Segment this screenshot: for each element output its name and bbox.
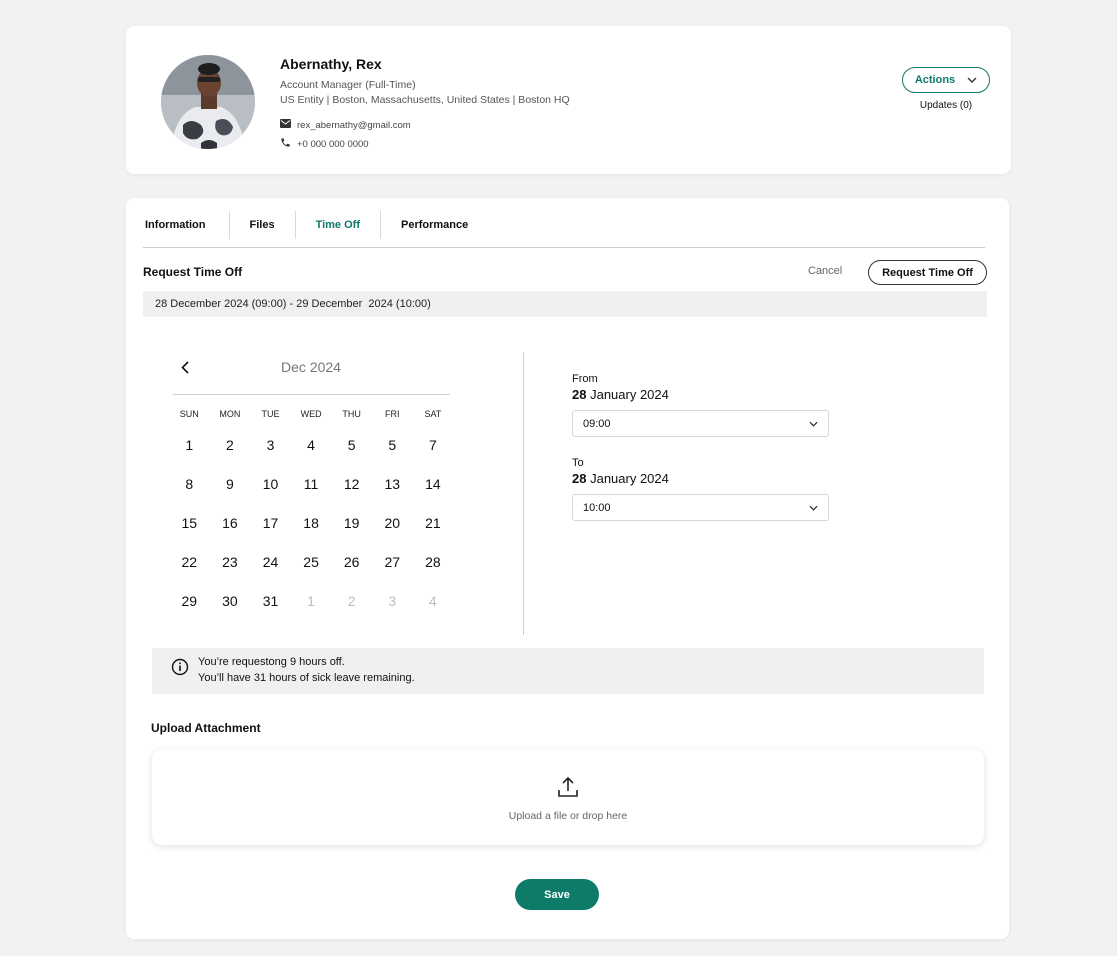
calendar-day[interactable]: 29 bbox=[169, 581, 210, 620]
profile-card: Abernathy, Rex Account Manager (Full-Tim… bbox=[126, 26, 1011, 174]
info-icon bbox=[171, 658, 189, 676]
calendar-day[interactable]: 27 bbox=[372, 542, 413, 581]
calendar-day[interactable]: 17 bbox=[250, 503, 291, 542]
tab-information[interactable]: Information bbox=[143, 211, 230, 239]
phone-icon bbox=[280, 137, 291, 151]
save-button[interactable]: Save bbox=[515, 879, 599, 910]
calendar-day[interactable]: 12 bbox=[331, 464, 372, 503]
calendar-day[interactable]: 16 bbox=[210, 503, 251, 542]
profile-phone: +0 000 000 0000 bbox=[297, 138, 369, 150]
calendar-day[interactable]: 4 bbox=[291, 425, 332, 464]
calendar-month-label: Dec 2024 bbox=[281, 359, 341, 375]
profile-email[interactable]: rex_abernathy@gmail.com bbox=[297, 120, 411, 131]
calendar-day[interactable]: 1 bbox=[169, 425, 210, 464]
calendar-day[interactable]: 18 bbox=[291, 503, 332, 542]
to-label: To bbox=[572, 457, 584, 469]
calendar-day[interactable]: 3 bbox=[250, 425, 291, 464]
from-time-value: 09:00 bbox=[583, 417, 611, 430]
tab-bar: Information Files Time Off Performance bbox=[143, 211, 985, 248]
calendar-day-outside[interactable]: 2 bbox=[331, 581, 372, 620]
tab-performance[interactable]: Performance bbox=[381, 211, 488, 239]
cancel-button[interactable]: Cancel bbox=[808, 265, 842, 277]
calendar-day[interactable]: 13 bbox=[372, 464, 413, 503]
calendar-day[interactable]: 2 bbox=[210, 425, 251, 464]
calendar-day[interactable]: 23 bbox=[210, 542, 251, 581]
profile-email-row: rex_abernathy@gmail.com bbox=[280, 119, 411, 131]
actions-label: Actions bbox=[914, 74, 956, 86]
tab-time-off[interactable]: Time Off bbox=[296, 211, 381, 239]
calendar-day[interactable]: 14 bbox=[413, 464, 454, 503]
request-time-off-title: Request Time Off bbox=[143, 265, 243, 279]
profile-role: Account Manager (Full-Time) bbox=[280, 79, 416, 91]
upload-icon bbox=[556, 775, 580, 799]
calendar-day[interactable]: 24 bbox=[250, 542, 291, 581]
chevron-left-icon[interactable] bbox=[178, 359, 192, 375]
weekday-label: SAT bbox=[424, 409, 442, 419]
mail-icon bbox=[280, 119, 291, 131]
to-time-value: 10:00 bbox=[583, 501, 611, 514]
calendar-day[interactable]: 15 bbox=[169, 503, 210, 542]
to-date: 28 January 2024 bbox=[572, 471, 669, 486]
updates-count[interactable]: Updates (0) bbox=[902, 100, 990, 111]
from-time-select[interactable]: 09:00 bbox=[572, 410, 829, 437]
calendar-day[interactable]: 28 bbox=[413, 542, 454, 581]
calendar-grid: SUN MON TUE WED THU FRI SAT 1 2 3 4 5 5 7 8 9 10 11 12 13 14… bbox=[169, 403, 453, 620]
from-date: 28 January 2024 bbox=[572, 387, 669, 402]
upload-prompt: Upload a file or drop here bbox=[508, 810, 628, 822]
calendar-day[interactable]: 5 bbox=[372, 425, 413, 464]
from-day: 28 bbox=[572, 387, 587, 402]
from-month-year: January 2024 bbox=[590, 387, 669, 402]
to-month-year: January 2024 bbox=[590, 471, 669, 486]
calendar-day[interactable]: 21 bbox=[413, 503, 454, 542]
info-line-remaining: You’ll have 31 hours of sick leave remai… bbox=[198, 672, 415, 684]
weekday-label: SUN bbox=[179, 409, 199, 419]
vertical-divider bbox=[523, 352, 524, 635]
main-card: Information Files Time Off Performance R… bbox=[126, 198, 1009, 939]
calendar-day[interactable]: 20 bbox=[372, 503, 413, 542]
calendar-day-outside[interactable]: 3 bbox=[372, 581, 413, 620]
calendar-day[interactable]: 10 bbox=[250, 464, 291, 503]
calendar-day[interactable]: 19 bbox=[331, 503, 372, 542]
calendar-day[interactable]: 11 bbox=[291, 464, 332, 503]
upload-dropzone[interactable]: Upload a file or drop here bbox=[152, 749, 984, 845]
calendar-day[interactable]: 5 bbox=[331, 425, 372, 464]
tab-files[interactable]: Files bbox=[230, 211, 296, 239]
profile-location: US Entity | Boston, Massachusetts, Unite… bbox=[280, 94, 570, 106]
weekday-label: MON bbox=[219, 409, 241, 419]
selected-range: 28 December 2024 (09:00) - 29 December 2… bbox=[143, 291, 987, 317]
weekday-label: WED bbox=[300, 409, 322, 419]
chevron-down-icon bbox=[809, 502, 818, 514]
calendar-day[interactable]: 7 bbox=[413, 425, 454, 464]
actions-dropdown-button[interactable]: Actions bbox=[902, 67, 990, 93]
calendar-day-outside[interactable]: 4 bbox=[413, 581, 454, 620]
upload-title: Upload Attachment bbox=[151, 721, 261, 735]
calendar-divider bbox=[173, 394, 450, 395]
chevron-down-icon bbox=[967, 74, 977, 86]
calendar-day[interactable]: 9 bbox=[210, 464, 251, 503]
weekday-label: TUE bbox=[261, 409, 280, 419]
to-day: 28 bbox=[572, 471, 587, 486]
calendar-day[interactable]: 25 bbox=[291, 542, 332, 581]
info-line-hours: You’re requestong 9 hours off. bbox=[198, 656, 345, 668]
from-label: From bbox=[572, 373, 598, 385]
calendar-day[interactable]: 26 bbox=[331, 542, 372, 581]
weekday-label: FRI bbox=[385, 409, 400, 419]
calendar-day[interactable]: 22 bbox=[169, 542, 210, 581]
chevron-down-icon bbox=[809, 418, 818, 430]
weekday-label: THU bbox=[342, 409, 361, 419]
calendar-day[interactable]: 31 bbox=[250, 581, 291, 620]
profile-name: Abernathy, Rex bbox=[280, 56, 382, 72]
calendar-day[interactable]: 8 bbox=[169, 464, 210, 503]
request-time-off-button[interactable]: Request Time Off bbox=[868, 260, 987, 285]
info-notice: You’re requestong 9 hours off. You’ll ha… bbox=[152, 648, 984, 694]
avatar bbox=[161, 55, 255, 149]
calendar-day[interactable]: 30 bbox=[210, 581, 251, 620]
to-time-select[interactable]: 10:00 bbox=[572, 494, 829, 521]
profile-phone-row: +0 000 000 0000 bbox=[280, 137, 369, 151]
calendar-day-outside[interactable]: 1 bbox=[291, 581, 332, 620]
